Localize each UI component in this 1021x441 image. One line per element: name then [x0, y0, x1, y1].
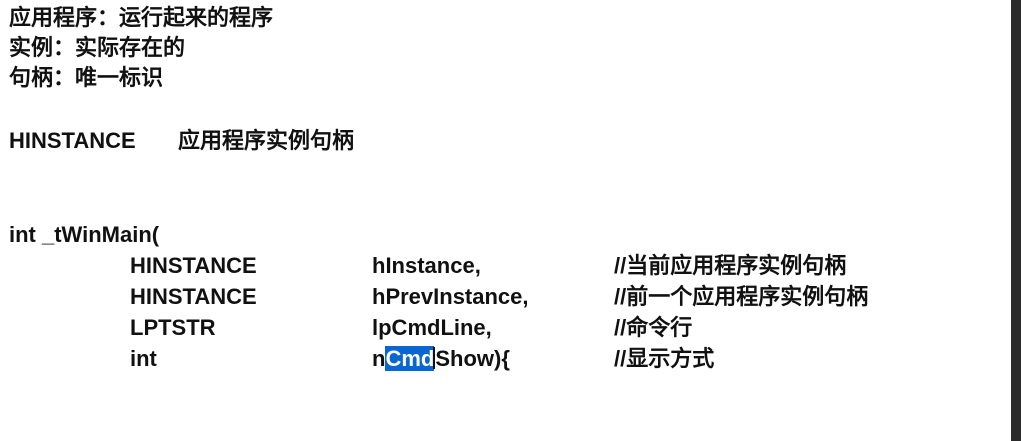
param-name: hPrevInstance, [372, 284, 529, 309]
param-type: int [130, 346, 157, 371]
param-comment: //前一个应用程序实例句柄 [614, 284, 869, 309]
param-comment: //当前应用程序实例句柄 [614, 253, 847, 278]
param-type: LPTSTR [130, 315, 216, 340]
intro-line-handle: 句柄：唯一标识 [9, 65, 164, 90]
param-name: lpCmdLine, [372, 315, 492, 340]
hinstance-description: 应用程序实例句柄 [178, 128, 355, 153]
param-comment: //显示方式 [614, 346, 715, 371]
param-name-prefix: n [372, 346, 386, 371]
intro-line-application: 应用程序：运行起来的程序 [9, 5, 274, 30]
window-edge [1011, 0, 1021, 441]
text-selection[interactable]: Cmd [385, 346, 435, 371]
param-name-with-selection[interactable]: nCmdShow){ [372, 345, 510, 373]
param-name: hInstance, [372, 253, 481, 278]
param-name-suffix: Show){ [435, 346, 510, 371]
intro-line-instance: 实例：实际存在的 [9, 35, 186, 60]
param-comment: //命令行 [614, 315, 693, 340]
document-editor[interactable]: 应用程序：运行起来的程序 实例：实际存在的 句柄：唯一标识 HINSTANCE … [0, 0, 1011, 441]
param-type: HINSTANCE [130, 284, 257, 309]
winmain-header: int _tWinMain( [9, 222, 160, 247]
hinstance-type: HINSTANCE [9, 128, 136, 153]
param-type: HINSTANCE [130, 253, 257, 278]
